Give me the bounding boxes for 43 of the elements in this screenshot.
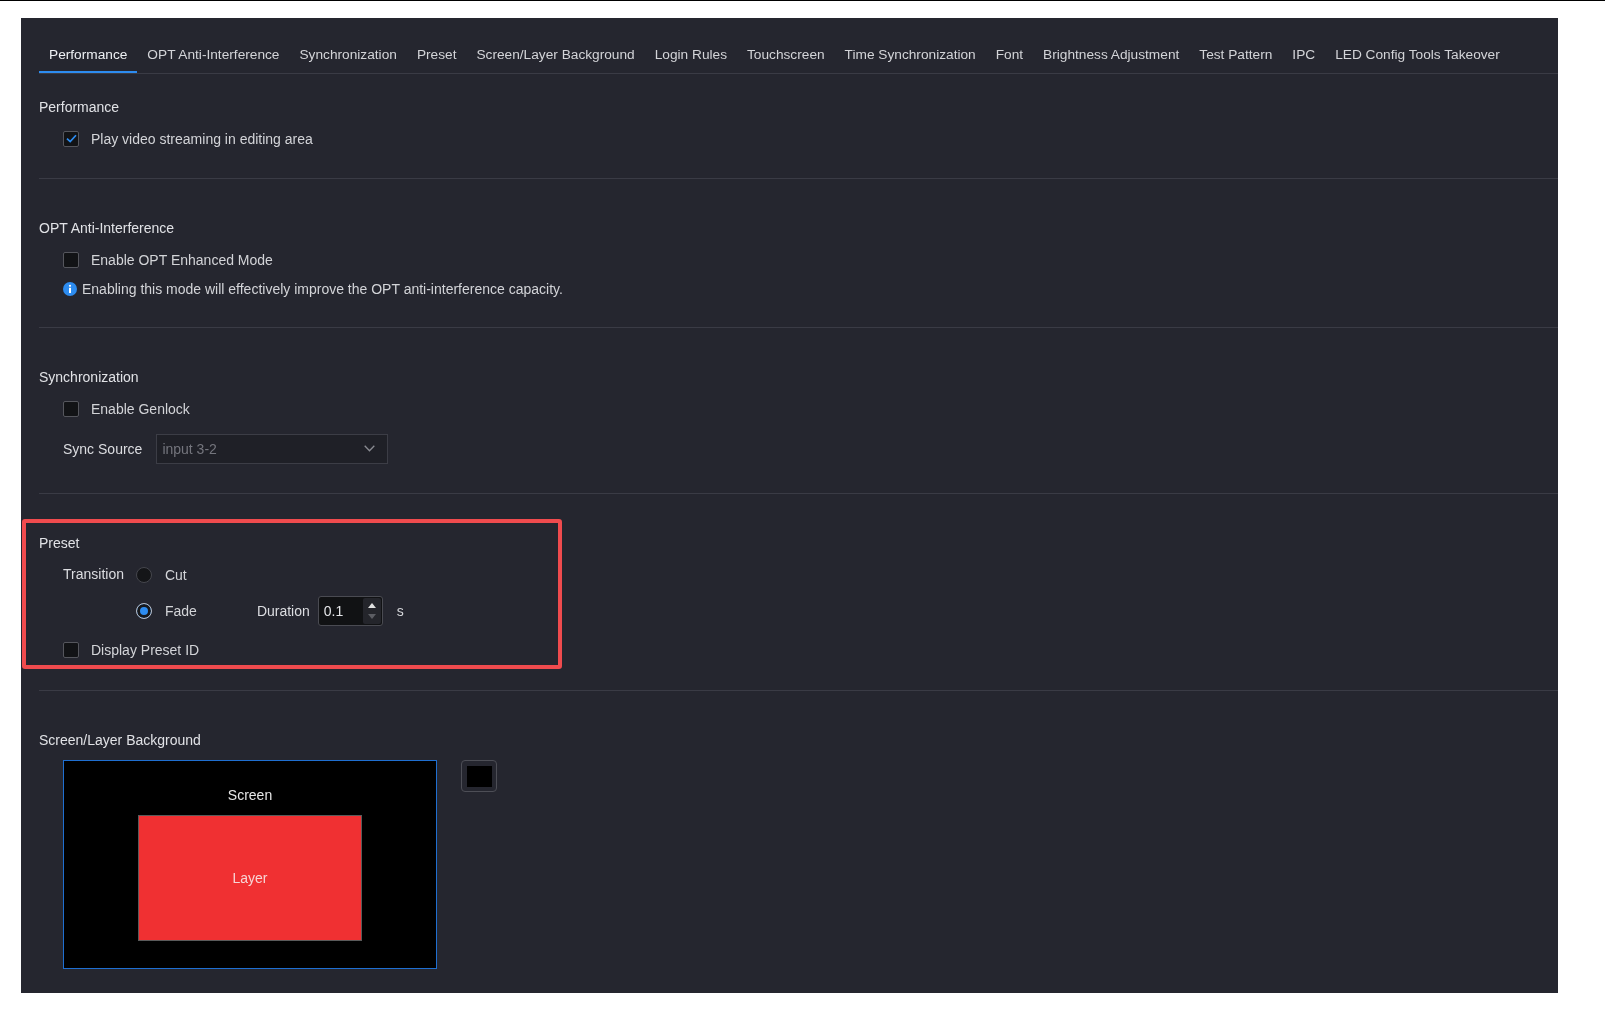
info-text: Enabling this mode will effectively improve the OPT anti-interference capacity. — [82, 281, 563, 297]
field-label: Duration — [256, 602, 310, 619]
tab[interactable]: Font — [985, 44, 1034, 73]
radio-label: Fade — [164, 602, 197, 619]
radio-label: Cut — [164, 566, 187, 583]
tab[interactable]: Test Pattern — [1189, 44, 1283, 73]
tab[interactable]: IPC — [1282, 44, 1326, 73]
radio-button[interactable] — [135, 602, 152, 619]
section-heading: Performance — [39, 99, 121, 115]
tab[interactable]: Login Rules — [644, 44, 737, 73]
checkbox[interactable] — [63, 641, 79, 658]
color-picker-button[interactable] — [461, 760, 497, 792]
field-label: Sync Source — [63, 440, 143, 457]
checkbox[interactable] — [63, 251, 79, 268]
tab[interactable]: Screen/Layer Background — [466, 44, 645, 73]
color-swatch-icon — [466, 765, 492, 787]
tab[interactable]: LED Config Tools Takeover — [1325, 44, 1510, 73]
tab[interactable]: Touchscreen — [737, 44, 835, 73]
checkbox-label: Play video streaming in editing area — [91, 130, 313, 147]
duration-spinbox[interactable]: 0.1 — [317, 595, 383, 626]
tab[interactable]: Time Synchronization — [834, 44, 986, 73]
tab[interactable]: OPT Anti-Interference — [137, 44, 290, 73]
checkbox[interactable] — [63, 400, 79, 417]
stepper-arrows-icon[interactable] — [362, 597, 381, 624]
checkbox-label: Enable Genlock — [91, 400, 190, 417]
tab[interactable]: Brightness Adjustment — [1033, 44, 1190, 73]
field-label: Transition — [63, 565, 124, 584]
screen-label: Screen — [227, 787, 273, 803]
checkbox-label: Enable OPT Enhanced Mode — [91, 251, 273, 268]
unit-label: s — [396, 602, 404, 619]
info-icon — [63, 282, 77, 296]
section-heading: Screen/Layer Background — [39, 732, 202, 748]
tab[interactable]: Performance — [39, 44, 138, 73]
tab[interactable]: Synchronization — [289, 44, 407, 73]
chevron-down-icon — [364, 445, 376, 452]
tab[interactable]: Preset — [406, 44, 467, 73]
checkbox-label: Display Preset ID — [91, 641, 200, 658]
section-heading: OPT Anti-Interference — [39, 220, 176, 236]
section-heading: Synchronization — [39, 369, 140, 385]
radio-button[interactable] — [135, 566, 152, 583]
layer-label: Layer — [232, 870, 268, 886]
checkbox[interactable] — [63, 130, 79, 147]
section-heading: Preset — [39, 535, 81, 551]
